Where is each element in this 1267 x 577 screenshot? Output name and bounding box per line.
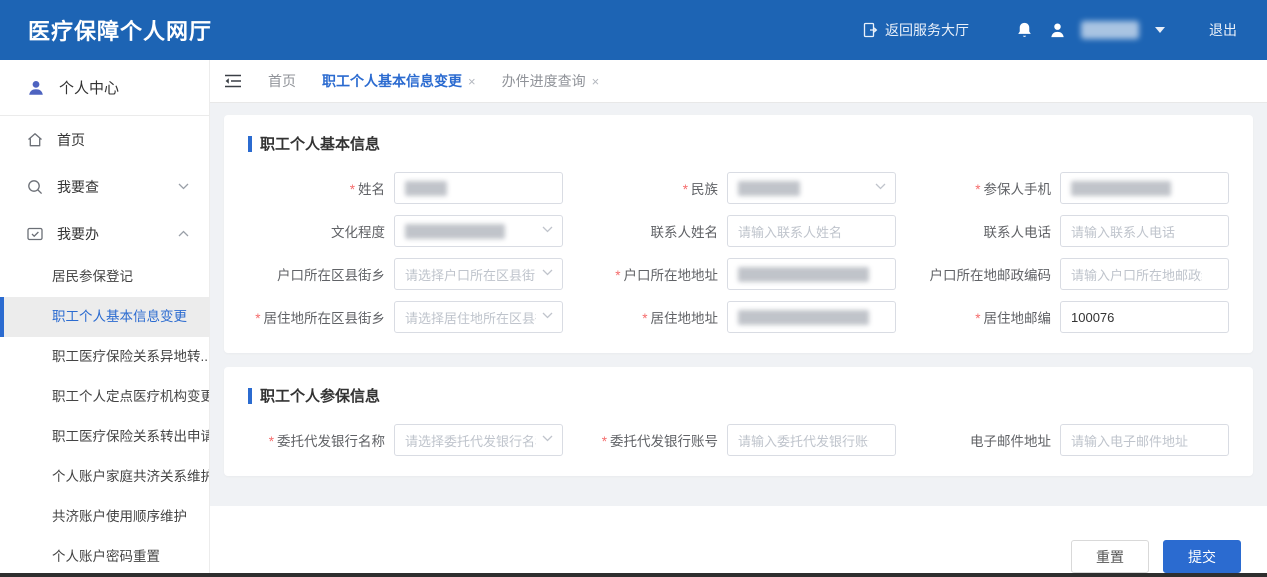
field-hukou-address: 户口所在地地址 <box>581 258 896 290</box>
name-input[interactable] <box>394 172 563 204</box>
field-bank-name: 委托代发银行名称 请选择委托代发银行名称 <box>248 424 563 456</box>
field-residence-district: 居住地所在区县街乡 请选择居住地所在区县街乡 <box>248 301 563 333</box>
sidebar-subitem-family-mutual-aid[interactable]: 个人账户家庭共济关系维护 <box>0 457 209 497</box>
sidebar-subitem-employee-basic-info-change[interactable]: 职工个人基本信息变更 <box>0 297 209 337</box>
section-title-text: 职工个人基本信息 <box>260 133 380 154</box>
tab-label: 首页 <box>268 71 296 91</box>
folder-icon <box>26 225 44 243</box>
home-icon <box>26 131 44 149</box>
close-tab-icon[interactable]: × <box>468 74 476 89</box>
hukou-postcode-input[interactable]: 请输入户口所在地邮政编码 <box>1060 258 1229 290</box>
bank-name-select[interactable]: 请选择委托代发银行名称 <box>394 424 563 456</box>
chevron-down-icon <box>178 183 189 190</box>
sidebar-item-home[interactable]: 首页 <box>0 116 209 163</box>
field-residence-postcode: 居住地邮编 100076 <box>914 301 1229 333</box>
hukou-district-select[interactable]: 请选择户口所在区县街乡 <box>394 258 563 290</box>
sidebar-item-label: 个人中心 <box>59 77 119 98</box>
window-bottom-edge <box>0 573 1267 577</box>
contact-phone-input[interactable]: 请输入联系人电话 <box>1060 215 1229 247</box>
sidebar-item-personal-center[interactable]: 个人中心 <box>0 60 209 116</box>
sidebar: 个人中心 首页 我要查 我要办 居民参保登记 <box>0 60 210 577</box>
user-name-redacted <box>1081 21 1139 39</box>
section-insurance-info: 职工个人参保信息 委托代发银行名称 请选择委托代发银行名称 委托代发银行账号 请… <box>224 367 1253 476</box>
residence-address-input[interactable] <box>727 301 896 333</box>
section-basic-info: 职工个人基本信息 姓名 民族 参保人手 <box>224 115 1253 353</box>
sidebar-subitem-mutual-account-order[interactable]: 共济账户使用顺序维护 <box>0 497 209 537</box>
sidebar-item-label: 我要查 <box>57 177 99 197</box>
form-actions: 重置 提交 <box>210 506 1267 577</box>
chevron-down-icon <box>542 435 553 442</box>
search-icon <box>26 178 44 196</box>
field-contact-phone: 联系人电话 请输入联系人电话 <box>914 215 1229 247</box>
field-education: 文化程度 <box>248 215 563 247</box>
field-ethnicity: 民族 <box>581 172 896 204</box>
chevron-down-icon <box>542 312 553 319</box>
sidebar-item-handle[interactable]: 我要办 <box>0 210 209 257</box>
collapse-sidebar-icon[interactable] <box>224 73 242 89</box>
field-bank-account: 委托代发银行账号 请输入委托代发银行账号 <box>581 424 896 456</box>
chevron-down-icon <box>542 226 553 233</box>
person-icon <box>26 78 46 98</box>
redacted-value <box>405 181 447 196</box>
residence-postcode-input[interactable]: 100076 <box>1060 301 1229 333</box>
sidebar-subitem-resident-registration[interactable]: 居民参保登记 <box>0 257 209 297</box>
field-insured-mobile: 参保人手机 <box>914 172 1229 204</box>
reset-button[interactable]: 重置 <box>1071 540 1149 573</box>
user-avatar-icon[interactable] <box>1048 21 1067 40</box>
top-header: 医疗保障个人网厅 返回服务大厅 退出 <box>0 0 1267 60</box>
section-title: 职工个人参保信息 <box>248 385 1229 406</box>
section-title-text: 职工个人参保信息 <box>260 385 380 406</box>
sidebar-item-query[interactable]: 我要查 <box>0 163 209 210</box>
app-title: 医疗保障个人网厅 <box>28 14 212 46</box>
main-content: 职工个人基本信息 姓名 民族 参保人手 <box>210 103 1267 577</box>
insured-mobile-input[interactable] <box>1060 172 1229 204</box>
hukou-address-input[interactable] <box>727 258 896 290</box>
redacted-value <box>405 224 505 239</box>
sidebar-subitem-designated-hospital-change[interactable]: 职工个人定点医疗机构变更 <box>0 377 209 417</box>
chevron-down-icon <box>542 269 553 276</box>
close-tab-icon[interactable]: × <box>592 74 600 89</box>
chevron-up-icon <box>178 230 189 237</box>
tab-label: 办件进度查询 <box>502 71 586 91</box>
contact-name-input[interactable]: 请输入联系人姓名 <box>727 215 896 247</box>
chevron-down-icon <box>875 183 886 190</box>
residence-district-select[interactable]: 请选择居住地所在区县街乡 <box>394 301 563 333</box>
tab-label: 职工个人基本信息变更 <box>322 71 462 91</box>
sidebar-item-label: 我要办 <box>57 224 99 244</box>
submit-button[interactable]: 提交 <box>1163 540 1241 573</box>
sidebar-subitem-account-password-reset[interactable]: 个人账户密码重置 <box>0 537 209 577</box>
logout-button[interactable]: 退出 <box>1209 20 1237 40</box>
sidebar-subitem-insurance-relation-transfer-out[interactable]: 职工医疗保险关系转出申请 <box>0 417 209 457</box>
field-contact-name: 联系人姓名 请输入联系人姓名 <box>581 215 896 247</box>
redacted-value <box>1071 181 1171 196</box>
ethnicity-select[interactable] <box>727 172 896 204</box>
sidebar-subitem-insurance-relation-transfer-in[interactable]: 职工医疗保险关系异地转... <box>0 337 209 377</box>
field-hukou-district: 户口所在区县街乡 请选择户口所在区县街乡 <box>248 258 563 290</box>
section-title: 职工个人基本信息 <box>248 133 1229 154</box>
title-bar-mark <box>248 136 252 152</box>
tab-bar: 首页 职工个人基本信息变更 × 办件进度查询 × <box>210 60 1267 103</box>
chevron-down-icon[interactable] <box>1155 27 1165 34</box>
title-bar-mark <box>248 388 252 404</box>
redacted-value <box>738 181 800 196</box>
tab-home[interactable]: 首页 <box>268 71 296 91</box>
field-hukou-postcode: 户口所在地邮政编码 请输入户口所在地邮政编码 <box>914 258 1229 290</box>
field-residence-address: 居住地地址 <box>581 301 896 333</box>
education-select[interactable] <box>394 215 563 247</box>
redacted-value <box>738 310 869 325</box>
return-service-hall-link[interactable]: 返回服务大厅 <box>862 20 969 40</box>
sidebar-item-label: 首页 <box>57 130 85 150</box>
redacted-value <box>738 267 869 282</box>
field-email: 电子邮件地址 请输入电子邮件地址 <box>914 424 1229 456</box>
field-name: 姓名 <box>248 172 563 204</box>
bank-account-input[interactable]: 请输入委托代发银行账号 <box>727 424 896 456</box>
return-service-hall-label: 返回服务大厅 <box>885 20 969 40</box>
tab-employee-basic-info-change[interactable]: 职工个人基本信息变更 × <box>322 71 476 91</box>
tab-progress-query[interactable]: 办件进度查询 × <box>502 71 600 91</box>
exit-document-icon <box>862 22 878 38</box>
email-input[interactable]: 请输入电子邮件地址 <box>1060 424 1229 456</box>
bell-icon[interactable] <box>1015 21 1034 40</box>
